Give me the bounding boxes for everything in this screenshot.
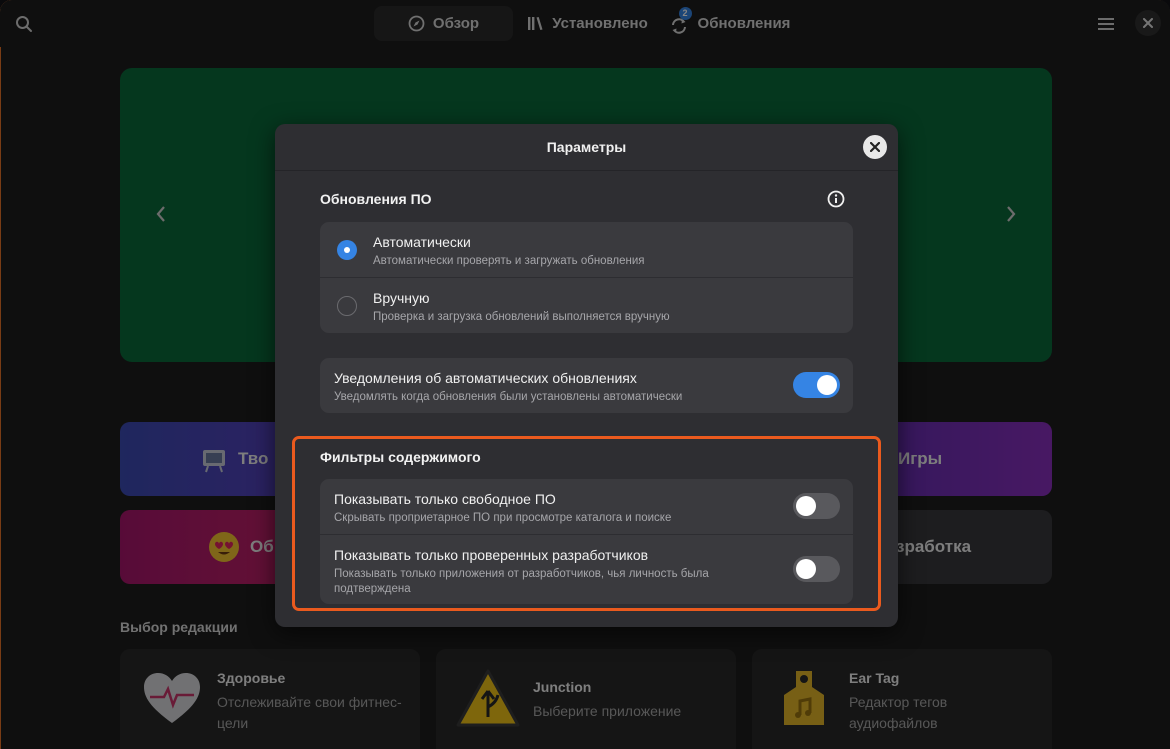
radio-automatic[interactable] (337, 240, 357, 260)
row-title: Уведомления об автоматических обновления… (334, 370, 637, 386)
option-title: Вручную (373, 290, 430, 306)
auto-update-notifications-row[interactable]: Уведомления об автоматических обновления… (320, 358, 853, 413)
close-icon (870, 142, 880, 152)
dialog-title: Параметры (546, 139, 627, 155)
app-window: Обзор Установлено 2 Обновления Тво Игры … (0, 0, 1170, 749)
dialog-close-button[interactable] (863, 135, 887, 159)
update-mode-list: Автоматически Автоматически проверять и … (320, 222, 853, 333)
notifications-list: Уведомления об автоматических обновления… (320, 358, 853, 413)
radio-manual[interactable] (337, 296, 357, 316)
updates-group-title: Обновления ПО (320, 191, 432, 207)
update-option-manual[interactable]: Вручную Проверка и загрузка обновлений в… (320, 277, 853, 333)
content-filters-highlight-box (292, 436, 881, 611)
notifications-switch[interactable] (793, 372, 840, 398)
option-title: Автоматически (373, 234, 471, 250)
option-subtitle: Автоматически проверять и загружать обно… (373, 255, 645, 267)
info-button[interactable] (827, 190, 845, 208)
switch-knob (817, 375, 837, 395)
update-option-automatic[interactable]: Автоматически Автоматически проверять и … (320, 222, 853, 277)
dialog-header: Параметры (275, 124, 898, 171)
info-icon (827, 190, 845, 208)
option-subtitle: Проверка и загрузка обновлений выполняет… (373, 311, 670, 323)
row-subtitle: Уведомлять когда обновления были установ… (334, 391, 683, 403)
